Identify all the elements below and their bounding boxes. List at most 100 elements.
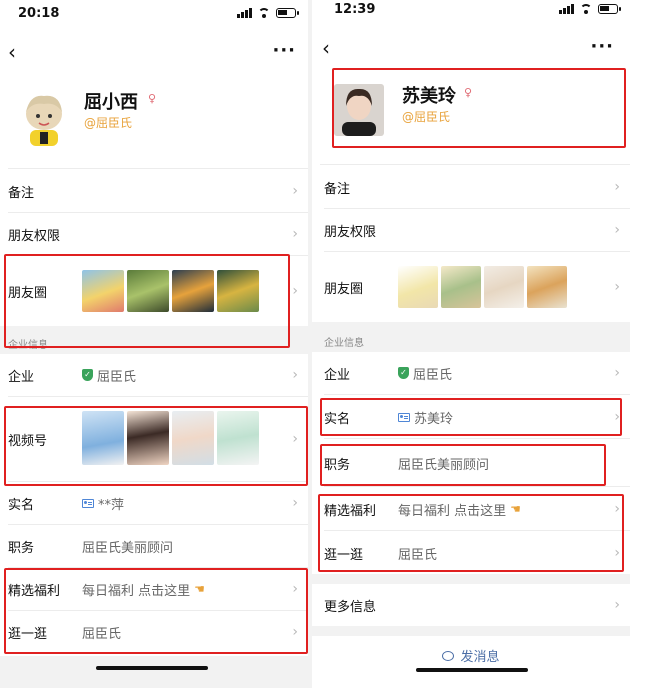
- row-value: 每日福利 点击这里 ☚: [398, 500, 521, 519]
- moments-thumbnails: [82, 270, 259, 312]
- realname-value: **萍: [98, 497, 125, 513]
- shield-check-icon: ✓: [82, 369, 93, 381]
- section-title: 企业信息: [8, 340, 48, 351]
- status-icons: [559, 4, 621, 14]
- row-realname[interactable]: 实名 苏美玲 ›: [312, 396, 630, 438]
- divider: [320, 164, 630, 165]
- female-icon: ♀: [464, 86, 473, 99]
- stroll-value: 屈臣氏: [82, 626, 122, 642]
- signal-icon: [559, 4, 574, 14]
- row-remark[interactable]: 备注 ›: [0, 170, 308, 212]
- row-more-info[interactable]: 更多信息 ›: [312, 584, 630, 626]
- row-label: 精选福利: [324, 503, 377, 519]
- profile-corp-tag[interactable]: @屈臣氏: [84, 114, 132, 131]
- chevron-right-icon: ›: [292, 283, 298, 299]
- status-icons: [237, 8, 299, 18]
- row-permissions[interactable]: 朋友权限 ›: [312, 209, 630, 251]
- channels-thumbnail: [127, 411, 169, 465]
- row-position: 职务 屈臣氏美丽顾问: [312, 441, 630, 485]
- row-moments[interactable]: 朋友圈 ›: [312, 252, 630, 322]
- more-dots-icon[interactable]: ···: [590, 38, 614, 56]
- row-label: 实名: [8, 497, 35, 513]
- status-bar: 20:18: [0, 0, 308, 28]
- section-gap: 企业信息: [312, 322, 630, 352]
- id-card-icon: [82, 498, 94, 508]
- avatar[interactable]: [334, 84, 384, 136]
- row-value: 每日福利 点击这里 ☚: [82, 580, 205, 599]
- row-value: **萍: [82, 494, 124, 513]
- row-label: 朋友权限: [324, 224, 377, 240]
- send-message-button[interactable]: 发消息: [312, 646, 630, 665]
- divider: [324, 530, 630, 531]
- row-label: 视频号: [8, 433, 48, 449]
- position-value: 屈臣氏美丽顾问: [82, 540, 174, 556]
- row-label: 备注: [324, 181, 351, 197]
- row-label: 实名: [324, 411, 351, 427]
- divider: [324, 486, 630, 487]
- chevron-right-icon: ›: [614, 597, 620, 613]
- row-remark[interactable]: 备注 ›: [312, 166, 630, 208]
- chevron-right-icon: ›: [614, 279, 620, 295]
- moments-thumbnail: [172, 270, 214, 312]
- send-message-label: 发消息: [460, 650, 500, 665]
- right-phone-screen: 12:39 ‹ ··· 苏美玲 ♀ @屈臣氏 备注 › 朋友权限 › 朋友圈 ›…: [312, 0, 630, 688]
- moments-thumbnail: [398, 266, 438, 308]
- row-enterprise[interactable]: 企业 ✓ 屈臣氏 ›: [0, 354, 308, 396]
- section-gap: 企业信息: [0, 326, 308, 354]
- profile-name: 苏美玲: [402, 86, 456, 107]
- chat-bubble-icon: [442, 650, 455, 661]
- moments-thumbnails: [398, 266, 567, 308]
- channels-thumbnail: [82, 411, 124, 465]
- id-card-icon: [398, 412, 410, 422]
- back-icon[interactable]: ‹: [322, 38, 330, 58]
- bottom-gap: [0, 656, 308, 688]
- row-label: 企业: [324, 367, 351, 383]
- row-stroll[interactable]: 逛一逛 屈臣氏 ›: [312, 532, 630, 574]
- home-indicator: [96, 666, 208, 670]
- row-label: 更多信息: [324, 599, 377, 615]
- stroll-value: 屈臣氏: [398, 547, 438, 563]
- avatar[interactable]: [16, 90, 72, 146]
- row-position: 职务 屈臣氏美丽顾问: [0, 525, 308, 567]
- row-label: 企业: [8, 369, 35, 385]
- section-gap: [312, 574, 630, 584]
- row-label: 朋友圈: [8, 285, 48, 301]
- row-benefits[interactable]: 精选福利 每日福利 点击这里 ☚ ›: [312, 488, 630, 530]
- row-value: 苏美玲: [398, 408, 453, 427]
- section-title: 企业信息: [324, 338, 364, 349]
- channels-thumbnail: [217, 411, 259, 465]
- row-label: 精选福利: [8, 583, 61, 599]
- row-label: 备注: [8, 185, 35, 201]
- wifi-icon: [579, 4, 593, 14]
- realname-value: 苏美玲: [414, 411, 454, 427]
- enterprise-value: 屈臣氏: [97, 369, 137, 385]
- shield-check-icon: ✓: [398, 367, 409, 379]
- divider: [324, 394, 630, 395]
- home-indicator: [416, 668, 528, 672]
- row-benefits[interactable]: 精选福利 每日福利 点击这里 ☚ ›: [0, 568, 308, 610]
- chevron-right-icon: ›: [292, 624, 298, 640]
- row-realname[interactable]: 实名 **萍 ›: [0, 482, 308, 524]
- profile-corp-tag[interactable]: @屈臣氏: [402, 108, 450, 125]
- row-stroll[interactable]: 逛一逛 屈臣氏 ›: [0, 611, 308, 653]
- battery-icon: [276, 8, 299, 18]
- back-icon[interactable]: ‹: [8, 42, 16, 62]
- chevron-right-icon: ›: [292, 495, 298, 511]
- battery-icon: [598, 4, 621, 14]
- female-icon: ♀: [148, 92, 157, 105]
- chevron-right-icon: ›: [292, 226, 298, 242]
- row-moments[interactable]: 朋友圈 ›: [0, 256, 308, 326]
- chevron-right-icon: ›: [292, 183, 298, 199]
- benefits-value: 每日福利 点击这里: [82, 583, 191, 599]
- pointing-hand-icon: ☚: [510, 502, 521, 516]
- profile-name: 屈小西: [84, 92, 138, 113]
- row-enterprise[interactable]: 企业 ✓ 屈臣氏 ›: [312, 352, 630, 394]
- row-permissions[interactable]: 朋友权限 ›: [0, 213, 308, 255]
- row-channels[interactable]: 视频号 ›: [0, 397, 308, 481]
- left-phone-screen: 20:18 ‹ ··· 屈小西 ♀ @屈臣氏 备注 › 朋友权限 › 朋友圈 ›…: [0, 0, 308, 688]
- moments-thumbnail: [441, 266, 481, 308]
- more-dots-icon[interactable]: ···: [272, 42, 296, 60]
- row-label: 逛一逛: [8, 626, 48, 642]
- status-time: 20:18: [18, 6, 60, 21]
- chevron-right-icon: ›: [614, 501, 620, 517]
